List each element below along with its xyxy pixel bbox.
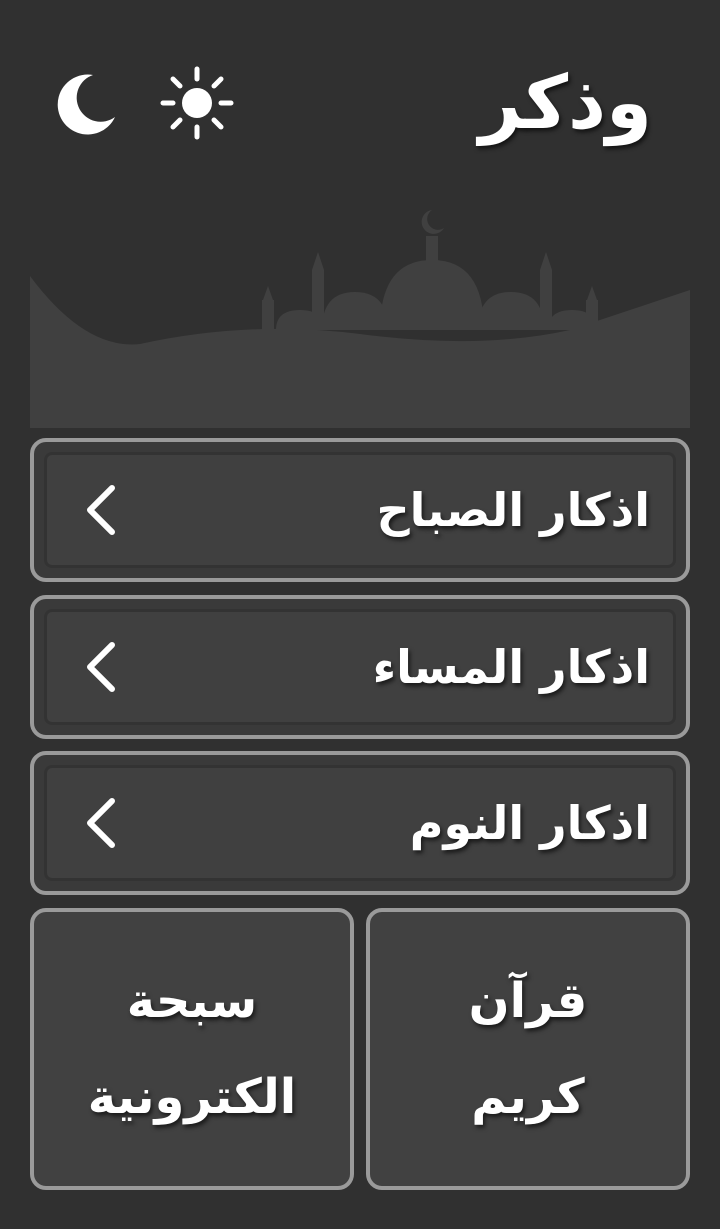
sun-icon bbox=[160, 66, 234, 140]
quran-label-line1: قرآن bbox=[468, 973, 588, 1029]
dark-mode-button[interactable] bbox=[45, 63, 125, 143]
chevron-left-icon bbox=[87, 642, 115, 692]
tasbih-label-line2: الكترونية bbox=[87, 1069, 297, 1125]
mosque-silhouette-icon bbox=[30, 210, 690, 428]
morning-adhkar-label: اذكار الصباح bbox=[376, 483, 650, 537]
chevron-left-icon bbox=[87, 485, 115, 535]
evening-adhkar-button[interactable]: اذكار المساء bbox=[30, 595, 690, 739]
quran-button[interactable]: قرآن كريم bbox=[366, 908, 690, 1190]
quran-label-line2: كريم bbox=[471, 1069, 585, 1125]
sleep-adhkar-label: اذكار النوم bbox=[409, 796, 650, 850]
sleep-adhkar-button[interactable]: اذكار النوم bbox=[30, 751, 690, 895]
tasbih-label-line1: سبحة bbox=[126, 973, 258, 1029]
moon-icon bbox=[57, 74, 115, 135]
morning-adhkar-button[interactable]: اذكار الصباح bbox=[30, 438, 690, 582]
app-title: وذكر bbox=[478, 60, 652, 146]
chevron-left-icon bbox=[87, 798, 115, 848]
evening-adhkar-label: اذكار المساء bbox=[372, 640, 650, 694]
light-mode-button[interactable] bbox=[157, 63, 237, 143]
electronic-tasbih-button[interactable]: سبحة الكترونية bbox=[30, 908, 354, 1190]
